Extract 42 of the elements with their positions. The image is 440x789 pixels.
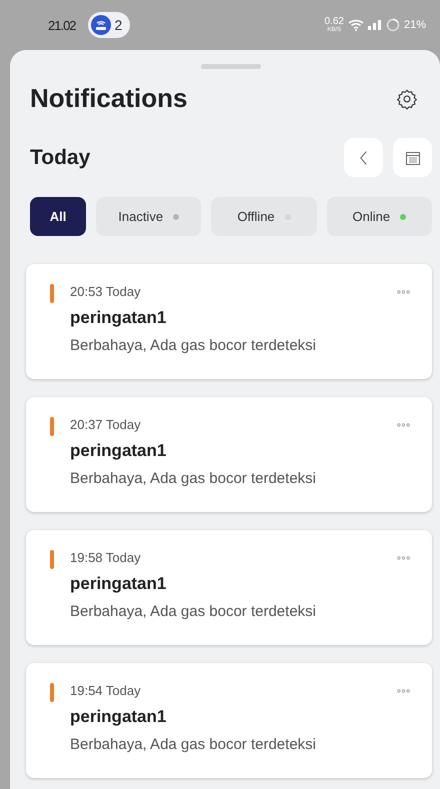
notification-time: 20:53 Today bbox=[70, 284, 141, 299]
status-time: 21.02 bbox=[48, 18, 76, 32]
alert-stripe bbox=[50, 683, 54, 702]
calendar-icon bbox=[404, 150, 420, 166]
notification-badge: 2 bbox=[88, 12, 130, 38]
filter-chip[interactable]: All bbox=[30, 197, 86, 236]
page-title: Notifications bbox=[30, 83, 188, 114]
notification-title: peringatan1 bbox=[70, 308, 166, 328]
drag-handle[interactable] bbox=[201, 64, 261, 69]
notification-message: Berbahaya, Ada gas bocor terdeteksi bbox=[70, 470, 316, 487]
chevron-left-icon bbox=[359, 150, 368, 166]
notification-time: 20:37 Today bbox=[70, 417, 141, 432]
notification-time: 19:58 Today bbox=[70, 550, 141, 565]
battery-level: 21% bbox=[404, 19, 426, 31]
alert-stripe bbox=[50, 550, 54, 569]
notification-card[interactable]: 20:53 Today peringatan1 Berbahaya, Ada gas bocor terdeteksi bbox=[26, 264, 432, 379]
notification-message: Berbahaya, Ada gas bocor terdeteksi bbox=[70, 603, 316, 620]
filter-chip[interactable]: Online bbox=[326, 197, 432, 236]
alert-stripe bbox=[50, 284, 54, 303]
more-icon[interactable] bbox=[397, 422, 410, 426]
notification-title: peringatan1 bbox=[70, 441, 166, 461]
notification-title: peringatan1 bbox=[70, 574, 166, 594]
section-title: Today bbox=[30, 146, 90, 170]
notification-message: Berbahaya, Ada gas bocor terdeteksi bbox=[70, 736, 316, 753]
more-icon[interactable] bbox=[397, 290, 410, 294]
notification-title: peringatan1 bbox=[70, 707, 166, 727]
more-icon[interactable] bbox=[397, 688, 410, 692]
more-icon[interactable] bbox=[397, 556, 410, 560]
settings-icon[interactable] bbox=[396, 88, 418, 110]
filter-chip[interactable]: Inactive bbox=[96, 197, 202, 236]
notification-card[interactable]: 19:58 Today peringatan1 Berbahaya, Ada gas bocor terdeteksi bbox=[26, 530, 432, 645]
alert-stripe bbox=[50, 417, 54, 436]
notification-message: Berbahaya, Ada gas bocor terdeteksi bbox=[70, 337, 316, 354]
calendar-button[interactable] bbox=[393, 138, 432, 177]
wifi-icon bbox=[348, 19, 364, 31]
notification-time: 19:54 Today bbox=[70, 683, 141, 698]
battery-ring-icon bbox=[386, 18, 400, 32]
notification-card[interactable]: 20:37 Today peringatan1 Berbahaya, Ada gas bocor terdeteksi bbox=[26, 397, 432, 512]
router-icon bbox=[90, 15, 111, 35]
signal-icon bbox=[368, 20, 382, 30]
filter-chip[interactable]: Offline bbox=[211, 197, 317, 236]
notification-card[interactable]: 19:54 Today peringatan1 Berbahaya, Ada gas bocor terdeteksi bbox=[26, 663, 432, 778]
